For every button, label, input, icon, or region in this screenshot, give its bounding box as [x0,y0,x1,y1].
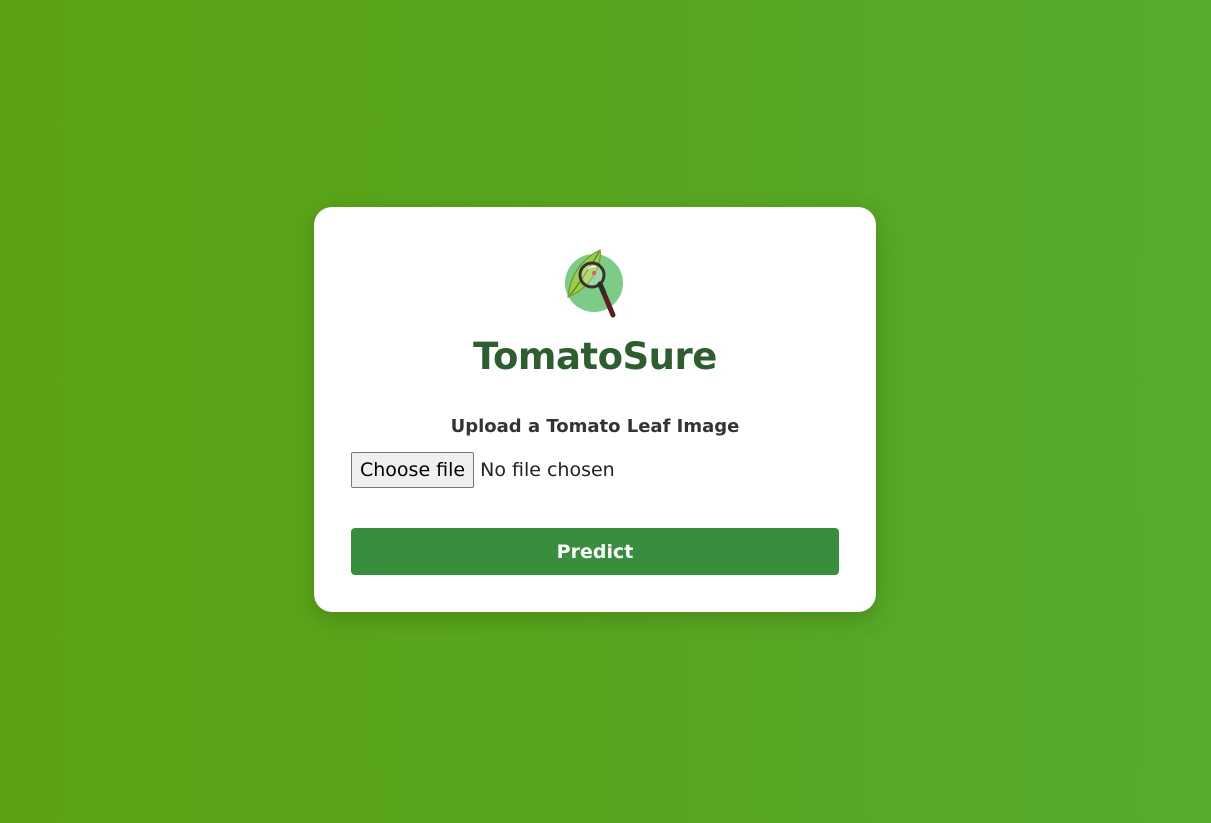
choose-file-button[interactable]: Choose file [351,452,475,488]
upload-card: TomatoSure Upload a Tomato Leaf Image Ch… [314,207,876,612]
predict-button[interactable]: Predict [351,528,839,575]
upload-label: Upload a Tomato Leaf Image [450,416,740,437]
file-status-text: No file chosen [480,459,615,481]
app-title: TomatoSure [473,335,717,378]
file-input[interactable]: Choose file No file chosen [351,452,615,488]
leaf-magnifier-icon [562,247,626,319]
